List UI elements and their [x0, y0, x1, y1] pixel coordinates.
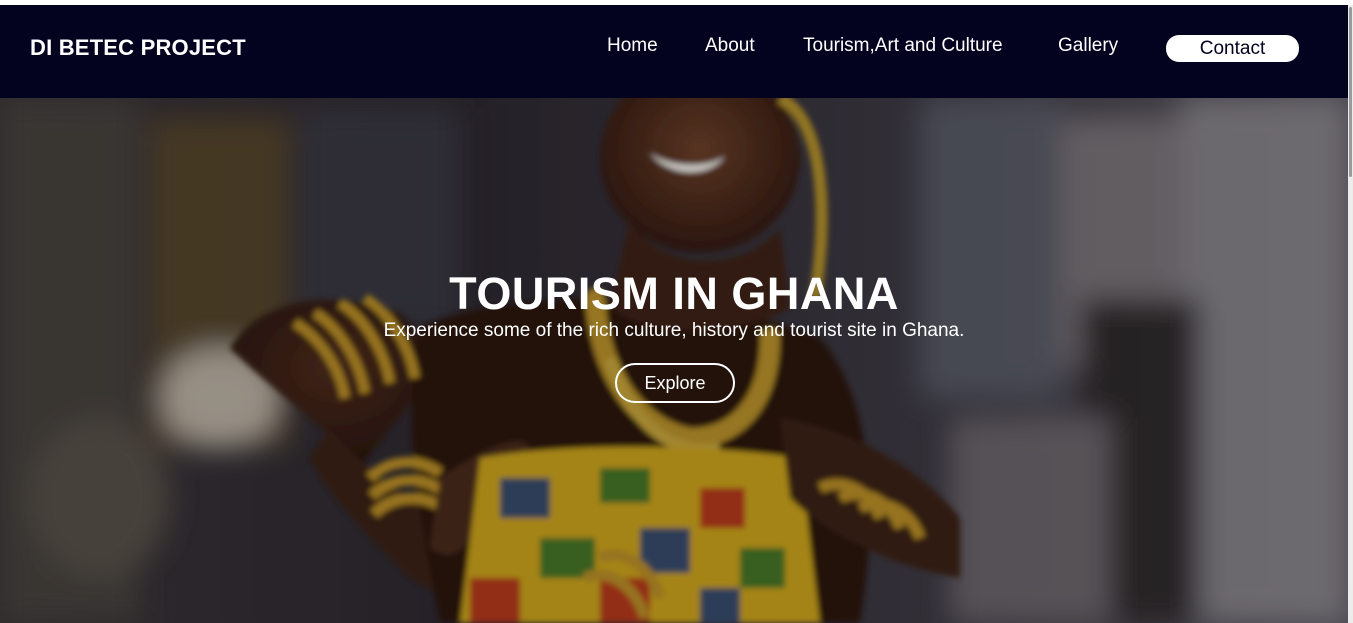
hero-section: TOURISM IN GHANA Experience some of the … — [0, 98, 1348, 623]
page: DI BETEC PROJECT Home About Tourism,Art … — [0, 0, 1353, 623]
brand-logo-text[interactable]: DI BETEC PROJECT — [30, 35, 246, 61]
nav-link-home[interactable]: Home — [607, 35, 658, 57]
scrollbar-thumb[interactable] — [1349, 7, 1352, 177]
hero-subtitle: Experience some of the rich culture, his… — [383, 320, 965, 341]
hero-dark-overlay — [0, 98, 1348, 623]
hero-title: TOURISM IN GHANA — [449, 268, 899, 319]
navbar: DI BETEC PROJECT Home About Tourism,Art … — [0, 5, 1348, 98]
nav-link-tourism-art-culture[interactable]: Tourism,Art and Culture — [803, 35, 1003, 57]
nav-link-gallery[interactable]: Gallery — [1058, 35, 1118, 57]
nav-link-about[interactable]: About — [705, 35, 755, 57]
explore-button[interactable]: Explore — [615, 363, 735, 403]
contact-button[interactable]: Contact — [1166, 35, 1299, 62]
